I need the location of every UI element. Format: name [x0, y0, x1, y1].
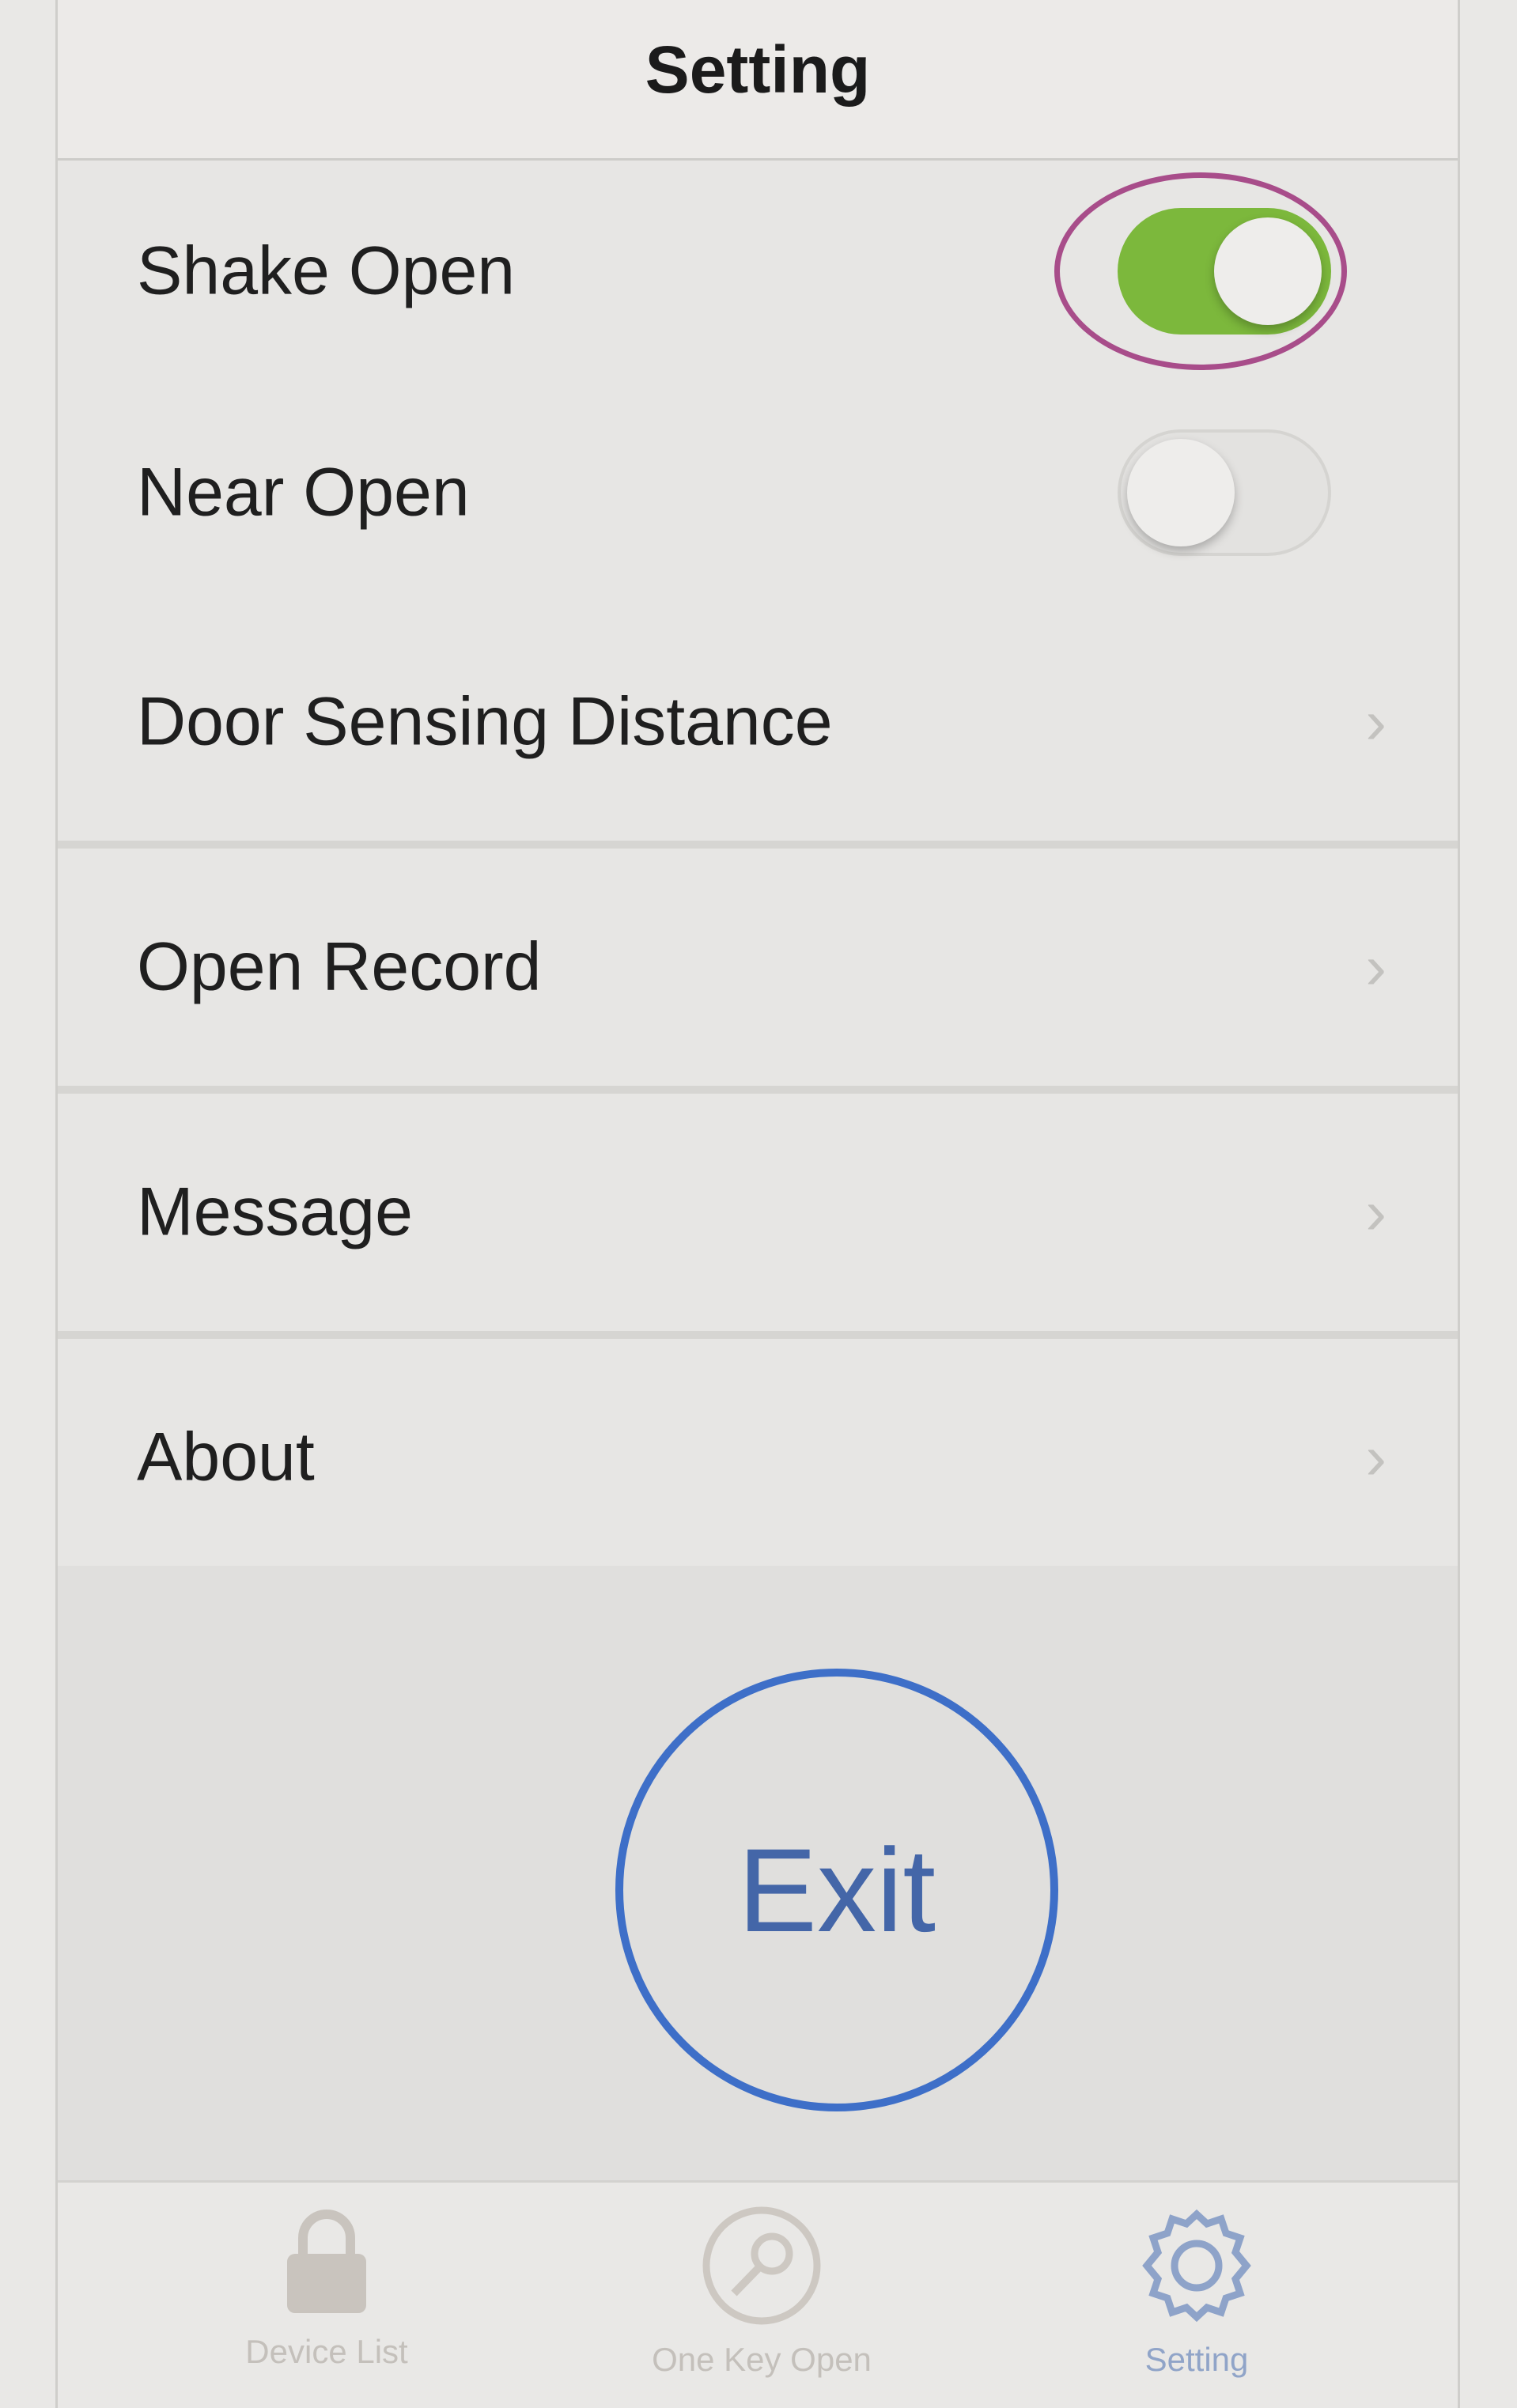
tab-one-key-open[interactable]: One Key Open [580, 2206, 944, 2404]
highlight-annotation [1054, 172, 1347, 370]
chevron-right-icon: › [1365, 932, 1386, 1002]
open-record-label: Open Record [137, 928, 542, 1005]
tab-label: Setting [1144, 2341, 1249, 2378]
tab-label: One Key Open [652, 2341, 872, 2378]
chevron-right-icon: › [1365, 1422, 1386, 1492]
door-sensing-distance-label: Door Sensing Distance [137, 683, 833, 760]
about-label: About [137, 1419, 315, 1495]
near-open-label: Near Open [137, 454, 470, 531]
message-label: Message [137, 1174, 413, 1250]
setting-row-about[interactable]: About › [58, 1339, 1458, 1576]
tab-label: Device List [245, 2333, 408, 2370]
chevron-right-icon: › [1365, 1177, 1386, 1247]
navigation-bar: Setting [58, 0, 1458, 161]
shake-open-label: Shake Open [137, 232, 516, 309]
toggle-knob [1127, 439, 1235, 546]
tab-bar: Device List One Key Open Setting [58, 2180, 1458, 2408]
chevron-right-icon: › [1365, 686, 1386, 757]
tab-setting[interactable]: Setting [1015, 2206, 1379, 2404]
tab-device-list[interactable]: Device List [145, 2206, 509, 2404]
page-title: Setting [645, 32, 871, 107]
setting-row-message[interactable]: Message › [58, 1094, 1458, 1339]
setting-row-door-sensing-distance[interactable]: Door Sensing Distance › [58, 603, 1458, 849]
exit-button[interactable]: Exit [615, 1669, 1058, 2111]
exit-area: Exit [58, 1566, 1458, 2183]
setting-row-open-record[interactable]: Open Record › [58, 849, 1458, 1094]
setting-row-shake-open: Shake Open [58, 161, 1458, 382]
setting-row-near-open: Near Open [58, 382, 1458, 603]
exit-label: Exit [737, 1823, 936, 1956]
settings-list: Shake Open Near Open Door Sensing Distan… [58, 161, 1458, 1576]
lock-icon [287, 2210, 366, 2313]
near-open-toggle[interactable] [1118, 429, 1331, 556]
gear-icon [1142, 2209, 1251, 2323]
key-icon [702, 2206, 821, 2325]
settings-screen: Setting Shake Open Near Open Door Sensin… [55, 0, 1460, 2408]
